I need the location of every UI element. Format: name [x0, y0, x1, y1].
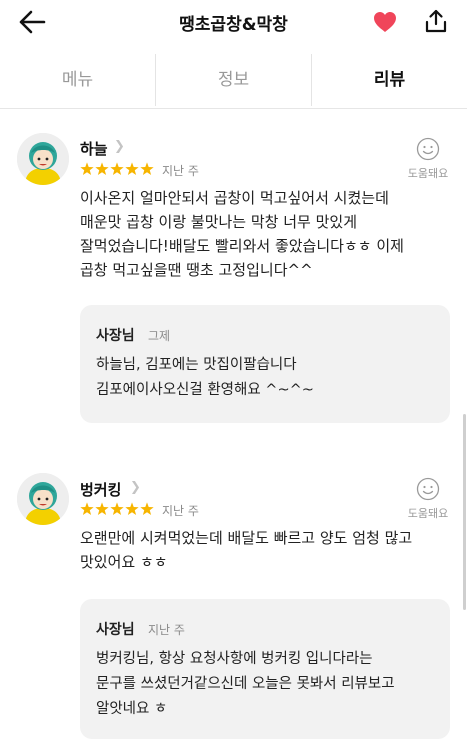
smile-icon	[416, 477, 440, 501]
star-icon	[140, 162, 154, 176]
star-rating	[80, 502, 154, 516]
favorite-button[interactable]	[373, 11, 397, 33]
reply-date: 그제	[148, 329, 171, 343]
star-icon	[80, 162, 94, 176]
reply-text-line: 알앗네요 ㅎ	[96, 701, 168, 717]
avatar[interactable]	[17, 133, 69, 185]
share-button[interactable]	[424, 9, 448, 33]
reviewer-name[interactable]: 벙커킹	[80, 479, 121, 500]
tab-bar: 메뉴 정보 리뷰	[0, 52, 467, 109]
reply-owner-label: 사장님	[96, 328, 135, 344]
scrollbar[interactable]	[463, 414, 466, 610]
reply-text: 하늘님, 김포에는 맛집이팔습니다 김포에이사오신걸 환영해요 ^~^~	[96, 353, 441, 403]
smile-icon	[416, 137, 440, 161]
owner-reply: 사장님 지난 주 벙커킹님, 항상 요청사항에 벙커킹 입니다라는 문구를 쓰셨…	[80, 599, 450, 739]
chevron-right-icon[interactable]: ❯	[114, 139, 125, 154]
helpful-label: 도움돼요	[407, 167, 449, 180]
review-date: 지난 주	[162, 164, 199, 178]
review-text-line: 곱창 먹고싶을땐 땡초 고정입니다^^	[80, 261, 313, 279]
reply-owner-label: 사장님	[96, 622, 135, 638]
avatar[interactable]	[17, 473, 69, 525]
star-icon	[110, 502, 124, 516]
share-icon	[425, 9, 447, 33]
tab-reviews[interactable]: 리뷰	[312, 52, 467, 108]
reviewer-avatar-icon	[17, 133, 69, 185]
reply-text-line: 하늘님, 김포에는 맛집이팔습니다	[96, 357, 297, 373]
reviewer-name[interactable]: 하늘	[80, 138, 108, 159]
top-bar: 땡초곱창&막창	[0, 0, 467, 44]
review-text-line: 맛있어요 ㅎㅎ	[80, 553, 168, 571]
tab-menu[interactable]: 메뉴	[0, 52, 155, 108]
chevron-right-icon[interactable]: ❯	[130, 480, 141, 495]
star-icon	[110, 162, 124, 176]
reply-text: 벙커킹님, 항상 요청사항에 벙커킹 입니다라는 문구를 쓰셨던거같으신데 오늘…	[96, 647, 441, 722]
tab-info[interactable]: 정보	[156, 52, 311, 108]
owner-reply: 사장님 그제 하늘님, 김포에는 맛집이팔습니다 김포에이사오신걸 환영해요 ^…	[80, 305, 450, 423]
reply-text-line: 문구를 쓰셨던거같으신데 오늘은 못봐서 리뷰보고	[96, 676, 395, 692]
helpful-label: 도움돼요	[407, 507, 449, 520]
star-icon	[140, 502, 154, 516]
review-text-line: 매운맛 곱창 이랑 불맛나는 막창 너무 맛있게	[80, 213, 358, 231]
reply-date: 지난 주	[148, 623, 185, 637]
review-text-line: 잘먹었습니다!배달도 빨리와서 좋았습니다ㅎㅎ 이제	[80, 237, 404, 255]
review-date: 지난 주	[162, 504, 199, 518]
heart-icon	[374, 12, 396, 32]
review-text-line: 이사온지 얼마안되서 곱창이 먹고싶어서 시켰는데	[80, 189, 389, 207]
star-rating	[80, 162, 154, 176]
reply-text-line: 김포에이사오신걸 환영해요 ^~^~	[96, 382, 314, 398]
star-icon	[125, 162, 139, 176]
star-icon	[125, 502, 139, 516]
star-icon	[80, 502, 94, 516]
reply-text-line: 벙커킹님, 항상 요청사항에 벙커킹 입니다라는	[96, 651, 373, 667]
review-text: 오랜만에 시켜먹었는데 배달도 빠르고 양도 엄청 많고 맛있어요 ㅎㅎ	[80, 526, 450, 574]
review-text: 이사온지 얼마안되서 곱창이 먹고싶어서 시켰는데 매운맛 곱창 이랑 불맛나는…	[80, 186, 450, 282]
review-text-line: 오랜만에 시켜먹었는데 배달도 빠르고 양도 엄청 많고	[80, 529, 413, 547]
star-icon	[95, 162, 109, 176]
reviewer-avatar-icon	[17, 473, 69, 525]
star-icon	[95, 502, 109, 516]
